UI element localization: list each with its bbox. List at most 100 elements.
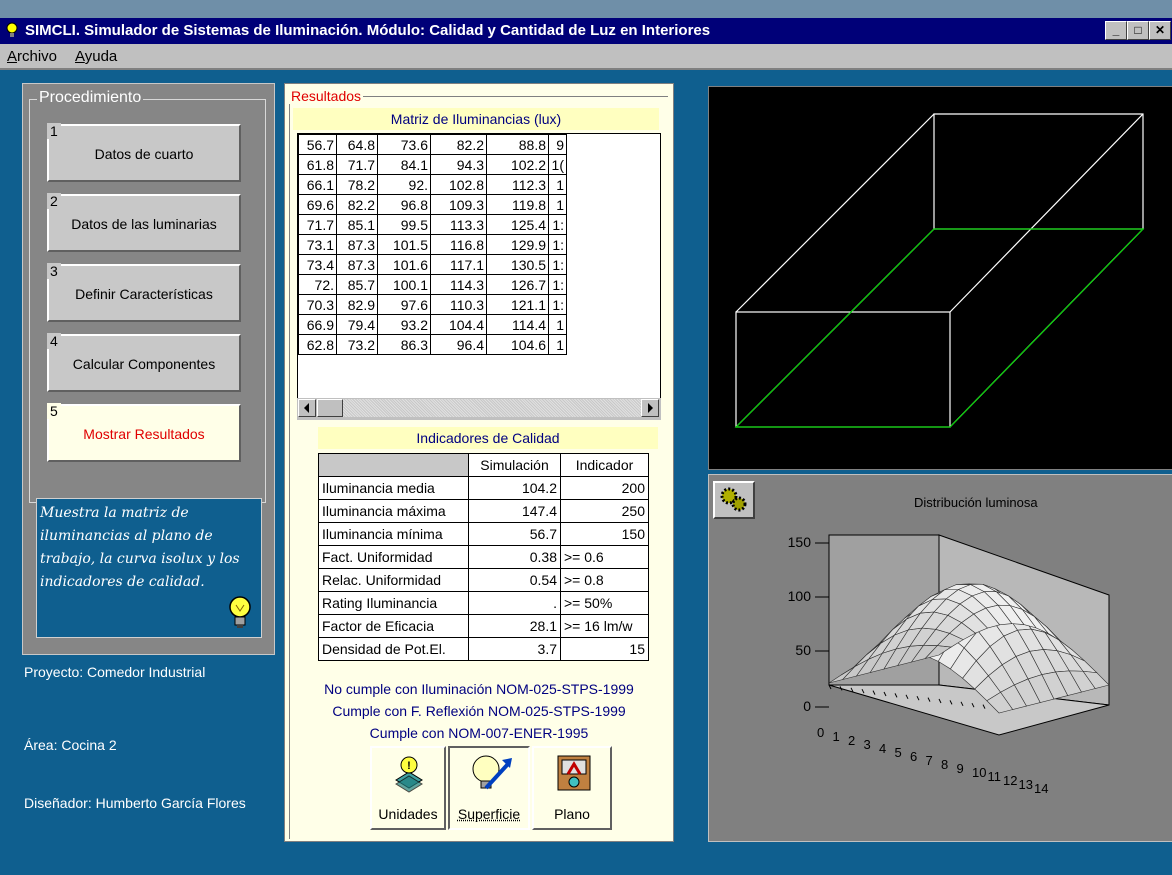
scroll-thumb[interactable] [317,399,343,417]
matrix-row: 73.1 87.3 101.5 116.8 129.9 1: [298,234,567,255]
matrix-cell: 88.8 [486,134,549,155]
maximize-button[interactable]: □ [1127,21,1149,40]
matrix-cell: 87.3 [336,254,378,275]
x-tick-label: 7 [926,753,933,768]
step-mostrar-resultados[interactable]: 5 Mostrar Resultados [47,403,241,462]
matrix-cell: 1: [548,294,567,315]
step-datos-luminarias[interactable]: 2 Datos de las luminarias [47,193,241,252]
lightbulb-icon [6,22,18,37]
plano-label: Plano [554,806,590,822]
x-tick-label: 3 [864,737,871,752]
project-area: Área: Cocina 2 [24,737,117,753]
step-datos-cuarto[interactable]: 1 Datos de cuarto [47,123,241,182]
indicator-target: >= 0.8 [560,568,649,592]
matrix-cell: 93.2 [377,314,431,335]
matrix-cell: 104.6 [486,334,549,355]
matrix-cell: 112.3 [486,174,549,195]
matrix-cell: 119.8 [486,194,549,215]
compliance-line-2: Cumple con F. Reflexión NOM-025-STPS-199… [332,703,626,719]
matrix-cell: 1: [548,274,567,295]
indicators-header-cell [318,453,469,477]
matrix-cell: 110.3 [430,294,487,315]
matrix-cell: 116.8 [430,234,487,255]
matrix-scrollbar[interactable] [297,398,661,420]
gears-icon [720,487,747,512]
distribution-chart: Distribución luminosa0501001500 1 2 3 4 5 6 7 8 9… [788,495,1110,796]
matrix-cell: 126.7 [486,274,549,295]
step-label: Datos de las luminarias [71,216,217,232]
matrix-cell: 62.8 [298,334,337,355]
matrix-cell: 129.9 [486,234,549,255]
svg-text:!: ! [407,760,411,772]
indicators-header-row: Simulación Indicador [318,453,649,477]
menu-archivo[interactable]: Archivo [7,48,57,65]
step-label: Datos de cuarto [94,146,194,162]
matrix-cell: 130.5 [486,254,549,275]
matrix-cell: 121.1 [486,294,549,315]
scroll-right-button[interactable] [641,399,659,417]
matrix-cell: 86.3 [377,334,431,355]
room-wireframe [734,113,1145,428]
matrix-cell: 1 [548,194,567,215]
matrix-cell: 97.6 [377,294,431,315]
indicator-name: Rating Iluminancia [318,591,469,615]
matrix-cell: 96.4 [430,334,487,355]
help-box: Muestra la matriz de iluminancias al pla… [36,498,262,638]
matrix-cell: 69.6 [298,194,337,215]
menu-ayuda[interactable]: Ayuda [75,48,117,65]
compliance-line-3: Cumple con NOM-007-ENER-1995 [369,725,589,741]
matrix-cell: 1 [548,334,567,355]
matrix-cell: 117.1 [430,254,487,275]
matrix-cell: 71.7 [336,154,378,175]
z-tick-label: 100 [788,588,812,604]
superficie-button[interactable]: Superficie [448,746,530,830]
matrix-row: 69.6 82.2 96.8 109.3 119.8 1 [298,194,567,215]
plano-button[interactable]: Plano [532,746,612,830]
results-title: Resultados [289,88,364,104]
matrix-cell: 96.8 [377,194,431,215]
scroll-track[interactable] [343,399,641,417]
matrix-row: 72. 85.7 100.1 114.3 126.7 1: [298,274,567,295]
indicator-target: 150 [560,522,649,546]
unidades-button[interactable]: ! Unidades [370,746,446,830]
distribution-chart-panel: Distribución luminosa 0 50 100 150 0 1 2 3 4 5 6 7 8 9… [708,474,1172,842]
illuminance-matrix[interactable]: 56.7 64.8 73.6 82.2 88.8 9 61.8 71.7 84.1 94.3 102… [297,133,661,399]
matrix-cell: 82.9 [336,294,378,315]
x-tick-label: 12 [1003,773,1017,788]
indicators-header-cell: Simulación [468,453,561,477]
matrix-title: Matriz de Iluminancias (lux) [293,108,659,130]
x-tick-label: 0 [817,725,824,740]
indicators-row: Rating Iluminancia. >= 50% [318,591,649,615]
top-strip [0,0,1172,18]
step-calcular-componentes[interactable]: 4 Calcular Componentes [47,333,241,392]
units-icon: ! [395,756,423,793]
matrix-row: 73.4 87.3 101.6 117.1 130.5 1: [298,254,567,275]
minimize-button[interactable]: _ [1105,21,1127,40]
indicators-title: Indicadores de Calidad [318,427,658,449]
indicators-row: Fact. Uniformidad 0.38 >= 0.6 [318,545,649,569]
matrix-cell: 114.4 [486,314,549,335]
matrix-cell: 99.5 [377,214,431,235]
help-text: Muestra la matriz de iluminancias al pla… [40,505,240,590]
close-button[interactable]: ✕ [1149,21,1171,40]
x-tick-label: 11 [988,769,1002,784]
matrix-cell: 114.3 [430,274,487,295]
indicator-simulation: 104.2 [468,476,561,500]
unidades-label: Unidades [378,806,438,822]
menu-bar: Archivo Ayuda [0,44,1172,70]
indicator-target: 250 [560,499,649,523]
indicator-name: Iluminancia mínima [318,522,469,546]
chart-settings-button[interactable] [713,481,755,519]
matrix-row: 62.8 73.2 86.3 96.4 104.6 1 [298,334,567,355]
matrix-cell: 87.3 [336,234,378,255]
indicator-target: >= 50% [560,591,649,615]
matrix-cell: 73.1 [298,234,337,255]
step-definir-caracteristicas[interactable]: 3 Definir Características [47,263,241,322]
indicator-name: Iluminancia media [318,476,469,500]
indicator-target: 15 [560,637,649,661]
indicator-name: Densidad de Pot.El. [318,637,469,661]
indicator-name: Iluminancia máxima [318,499,469,523]
indicator-target: >= 0.6 [560,545,649,569]
scroll-left-button[interactable] [298,399,316,417]
x-tick-label: 2 [848,733,855,748]
